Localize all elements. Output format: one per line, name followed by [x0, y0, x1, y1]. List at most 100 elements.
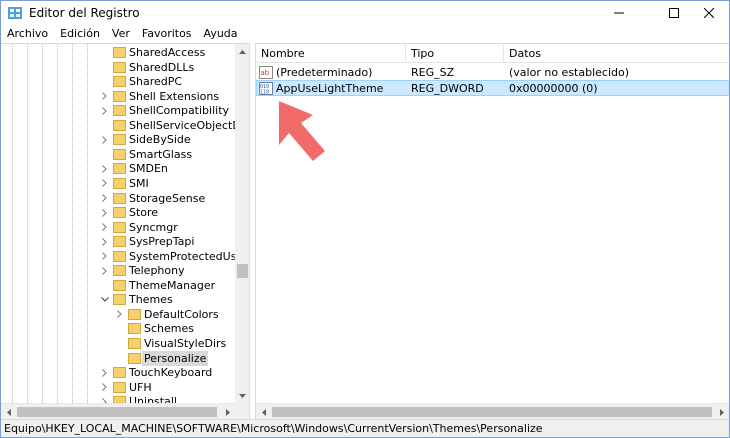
chevron-right-icon[interactable]: [100, 208, 109, 217]
tree-vertical-scrollbar[interactable]: [235, 44, 249, 403]
values-list[interactable]: Nombre Tipo Datos ab (Predeterminado) RE…: [255, 43, 729, 419]
scroll-right-arrow-icon[interactable]: [220, 404, 235, 419]
tree-item[interactable]: StorageSense: [1, 191, 235, 206]
folder-icon: [128, 323, 141, 335]
scroll-right-arrow-icon[interactable]: [714, 404, 729, 419]
folder-icon: [113, 250, 126, 262]
folder-icon: [113, 367, 126, 379]
key-tree[interactable]: SharedAccess SharedDLLs SharedPC Shell Exte…: [1, 43, 250, 419]
chevron-right-icon[interactable]: [100, 383, 109, 392]
tree-item[interactable]: ShellCompatibility: [1, 103, 235, 118]
tree-item-label: Store: [129, 206, 159, 220]
chevron-right-icon[interactable]: [100, 266, 109, 275]
chevron-right-icon[interactable]: [100, 179, 109, 188]
chevron-right-icon[interactable]: [100, 164, 109, 173]
tree-scroll-thumb[interactable]: [237, 264, 248, 278]
list-hscroll-thumb[interactable]: [272, 407, 712, 417]
tree-item[interactable]: SmartGlass: [1, 147, 235, 162]
value-row[interactable]: ab (Predeterminado) REG_SZ (valor no est…: [256, 65, 729, 81]
tree-item-label: SMDEn: [129, 162, 168, 176]
tree-item[interactable]: Themes: [1, 292, 235, 307]
menu-favoritos[interactable]: Favoritos: [136, 25, 198, 43]
menu-ver[interactable]: Ver: [106, 25, 136, 43]
menu-edicion[interactable]: Edición: [54, 25, 106, 43]
tree-item[interactable]: SMDEn: [1, 161, 235, 176]
tree-item-label: SmartGlass: [129, 147, 193, 161]
minimize-button[interactable]: [601, 1, 637, 25]
chevron-right-icon[interactable]: [100, 252, 109, 261]
column-header-tipo[interactable]: Tipo: [406, 44, 504, 63]
tree-item[interactable]: ThemeManager: [1, 278, 235, 293]
folder-icon: [128, 352, 141, 364]
menu-archivo[interactable]: Archivo: [1, 25, 54, 43]
tree-item-label: DefaultColors: [144, 307, 219, 321]
tree-item[interactable]: VisualStyleDirs: [1, 336, 235, 351]
chevron-right-icon[interactable]: [100, 237, 109, 246]
tree-item[interactable]: Personalize: [1, 350, 235, 366]
maximize-icon: [669, 8, 679, 18]
close-button[interactable]: [691, 1, 727, 25]
tree-item[interactable]: ShellServiceObjectDelayl: [1, 118, 249, 133]
folder-icon: [113, 76, 126, 88]
menu-ayuda[interactable]: Ayuda: [198, 25, 244, 43]
tree-item[interactable]: Telephony: [1, 263, 235, 278]
chevron-right-icon[interactable]: [100, 223, 109, 232]
folder-icon: [113, 279, 126, 291]
tree-item-label: SystemProtectedUserDat: [129, 249, 249, 263]
string-value-icon: ab: [259, 66, 273, 79]
folder-icon: [128, 338, 141, 349]
folder-icon: [113, 47, 126, 58]
title-bar[interactable]: Editor del Registro: [1, 1, 729, 25]
tree-item-label: ThemeManager: [129, 278, 216, 292]
tree-item[interactable]: SideBySide: [1, 132, 235, 147]
value-row-selected[interactable]: 010 110 AppUseLightTheme REG_DWORD 0x000…: [256, 80, 729, 96]
tree-item[interactable]: SharedAccess: [1, 45, 235, 60]
folder-icon: [113, 177, 126, 189]
tree-item[interactable]: Syncmgr: [1, 220, 235, 235]
chevron-down-icon[interactable]: [100, 295, 109, 304]
tree-item[interactable]: SharedDLLs: [1, 60, 235, 75]
chevron-right-icon[interactable]: [100, 135, 109, 144]
chevron-right-icon[interactable]: [100, 194, 109, 203]
minimize-icon: [614, 12, 624, 14]
folder-icon: [113, 105, 126, 117]
tree-item[interactable]: Schemes: [1, 321, 235, 336]
tree-item[interactable]: Shell Extensions: [1, 89, 235, 104]
folder-icon: [113, 207, 126, 219]
column-header-nombre[interactable]: Nombre: [256, 44, 406, 63]
folder-icon: [113, 148, 126, 160]
tree-horizontal-scrollbar[interactable]: [1, 403, 235, 419]
tree-item-label: Telephony: [129, 264, 185, 278]
scroll-up-arrow-icon[interactable]: [235, 44, 249, 59]
close-icon: [704, 8, 714, 18]
tree-item[interactable]: SMI: [1, 176, 235, 191]
maximize-button[interactable]: [656, 1, 692, 25]
folder-icon: [113, 381, 126, 393]
tree-item[interactable]: SharedPC: [1, 74, 235, 89]
value-type: REG_DWORD: [411, 82, 484, 95]
scroll-left-arrow-icon[interactable]: [256, 404, 271, 419]
tree-item[interactable]: Store: [1, 205, 235, 220]
tree-item-label: Personalize: [142, 350, 209, 366]
tree-item[interactable]: SystemProtectedUserDat: [1, 249, 249, 264]
tree-hscroll-thumb[interactable]: [17, 407, 217, 417]
folder-icon: [113, 119, 126, 131]
list-horizontal-scrollbar[interactable]: [256, 403, 729, 419]
chevron-right-icon[interactable]: [100, 368, 109, 377]
tree-item[interactable]: SysPrepTapi: [1, 234, 235, 249]
tree-item[interactable]: DefaultColors: [1, 307, 235, 322]
folder-icon: [113, 265, 126, 277]
tree-item-label: SideBySide: [129, 133, 191, 147]
scroll-left-arrow-icon[interactable]: [1, 404, 16, 419]
status-bar-path: Equipo\HKEY_LOCAL_MACHINE\SOFTWARE\Micro…: [1, 419, 729, 437]
column-header-datos[interactable]: Datos: [504, 44, 729, 63]
tree-item-label: Themes: [129, 293, 173, 307]
tree-item[interactable]: UFH: [1, 380, 235, 395]
chevron-right-icon[interactable]: [100, 92, 109, 101]
tree-item[interactable]: TouchKeyboard: [1, 365, 235, 380]
menu-bar: Archivo Edición Ver Favoritos Ayuda: [1, 25, 729, 43]
folder-icon: [113, 61, 126, 73]
scroll-down-arrow-icon[interactable]: [235, 388, 249, 403]
chevron-right-icon[interactable]: [115, 310, 124, 319]
chevron-right-icon[interactable]: [100, 106, 109, 115]
